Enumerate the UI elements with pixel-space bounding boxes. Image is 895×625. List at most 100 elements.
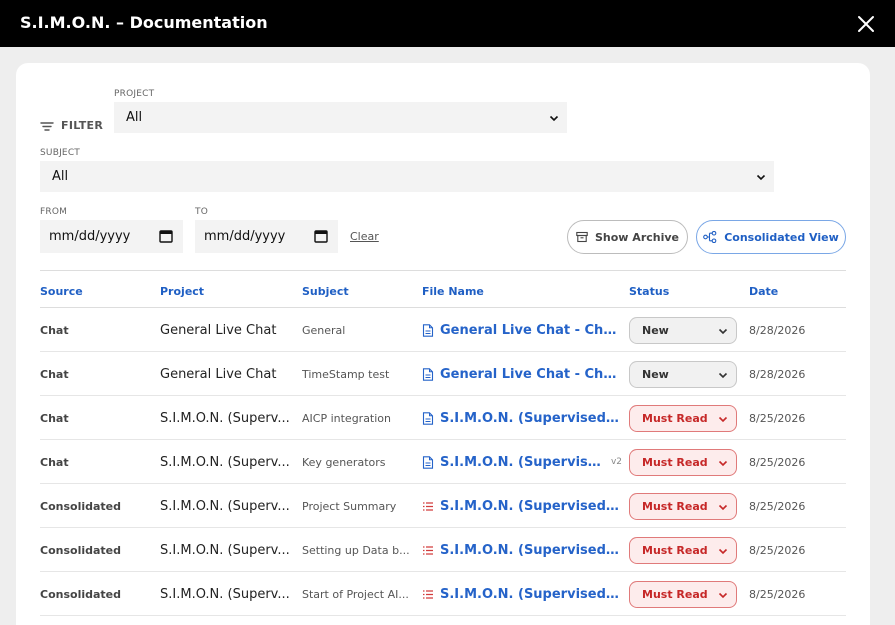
chevron-down-icon [718, 592, 728, 598]
row-status-value: Must Read [642, 455, 708, 469]
list-icon [423, 545, 433, 555]
table-header: Source Project Subject File Name Status … [40, 271, 846, 307]
from-date-input[interactable]: mm/dd/yyyy [40, 220, 183, 253]
row-date: 8/25/2026 [749, 411, 806, 425]
table-row[interactable]: Chat S.I.M.O.N. (Superv... AICP integratio… [40, 396, 846, 440]
row-source: Chat [40, 323, 69, 337]
consolidated-view-label: Consolidated View [724, 230, 839, 244]
project-select-value: All [126, 110, 143, 125]
row-project: S.I.M.O.N. (Superv... [160, 410, 290, 426]
row-project: S.I.M.O.N. (Superv... [160, 542, 290, 558]
chevron-down-icon [549, 115, 559, 121]
list-icon [423, 589, 433, 599]
consolidated-view-button[interactable]: Consolidated View [696, 220, 846, 254]
clear-dates-link[interactable]: Clear [350, 230, 379, 243]
row-subject: Setting up Data b... [302, 543, 410, 557]
row-date: 8/25/2026 [749, 499, 806, 513]
row-project: General Live Chat [160, 366, 277, 382]
to-date-input[interactable]: mm/dd/yyyy [195, 220, 338, 253]
document-icon [422, 367, 434, 381]
table-row[interactable]: Chat S.I.M.O.N. (Superv... Key generators S… [40, 440, 846, 484]
row-status-value: Must Read [642, 499, 708, 513]
list-icon [423, 501, 433, 511]
row-project: S.I.M.O.N. (Superv... [160, 454, 290, 470]
document-icon [422, 455, 434, 469]
row-file-link[interactable]: S.I.M.O.N. (Supervised In... [422, 484, 622, 528]
table-row[interactable]: Consolidated S.I.M.O.N. (Superv... Setting… [40, 528, 846, 572]
row-status-select[interactable]: Must Read [629, 580, 737, 608]
header-project[interactable]: Project [160, 285, 204, 298]
row-status-select[interactable]: Must Read [629, 536, 737, 564]
header-date[interactable]: Date [749, 285, 778, 298]
row-file-link[interactable]: S.I.M.O.N. (Supervised... v2 [422, 440, 622, 484]
row-subject: AICP integration [302, 411, 392, 425]
chevron-down-icon [718, 548, 728, 554]
table-row[interactable]: Consolidated S.I.M.O.N. (Superv... Project… [40, 484, 846, 528]
row-file-name[interactable]: S.I.M.O.N. (Supervised In... [440, 587, 622, 602]
filter-icon [40, 121, 54, 131]
from-date-value: mm/dd/yyyy [49, 229, 131, 244]
project-select[interactable]: All [114, 102, 567, 133]
row-status-value: New [642, 367, 669, 381]
calendar-icon[interactable] [314, 229, 328, 243]
row-status-value: Must Read [642, 543, 708, 557]
row-file-name[interactable]: General Live Chat - Chat ... [440, 367, 622, 382]
row-file-link[interactable]: General Live Chat - Chat ... [422, 308, 622, 352]
chevron-down-icon [718, 416, 728, 422]
window-title: S.I.M.O.N. – Documentation [20, 13, 268, 32]
header-file-name[interactable]: File Name [422, 285, 484, 298]
archive-icon [576, 231, 588, 243]
table-row[interactable]: Chat General Live Chat TimeStamp test Gener… [40, 352, 846, 396]
row-date: 8/28/2026 [749, 323, 806, 337]
header-subject[interactable]: Subject [302, 285, 349, 298]
header-source[interactable]: Source [40, 285, 83, 298]
row-status-select[interactable]: Must Read [629, 404, 737, 432]
row-status-value: New [642, 323, 669, 337]
show-archive-button[interactable]: Show Archive [567, 220, 688, 254]
to-date-value: mm/dd/yyyy [204, 229, 286, 244]
row-date: 8/25/2026 [749, 455, 806, 469]
chevron-down-icon [756, 174, 766, 180]
subject-select[interactable]: All [40, 161, 774, 192]
row-file-link[interactable]: S.I.M.O.N. (Supervised In... [422, 572, 622, 616]
row-file-link[interactable]: General Live Chat - Chat ... [422, 352, 622, 396]
row-date: 8/28/2026 [749, 367, 806, 381]
row-version-badge: v2 [610, 457, 622, 467]
row-file-link[interactable]: S.I.M.O.N. (Supervised In... [422, 396, 622, 440]
chevron-down-icon [718, 328, 728, 334]
title-bar: S.I.M.O.N. – Documentation [0, 0, 895, 47]
row-source: Consolidated [40, 543, 121, 557]
row-file-name[interactable]: General Live Chat - Chat ... [440, 323, 622, 338]
row-status-select[interactable]: New [629, 360, 737, 388]
from-label: FROM [40, 207, 68, 217]
table-row[interactable]: Consolidated S.I.M.O.N. (Superv... Start o… [40, 572, 846, 616]
row-date: 8/25/2026 [749, 587, 806, 601]
close-icon[interactable] [856, 14, 876, 34]
header-status[interactable]: Status [629, 285, 669, 298]
row-file-name[interactable]: S.I.M.O.N. (Supervised In... [440, 543, 622, 558]
document-icon [422, 411, 434, 425]
row-subject: Project Summary [302, 499, 397, 513]
row-subject: Key generators [302, 455, 386, 469]
filter-toggle[interactable]: FILTER [40, 119, 103, 132]
table-row[interactable]: Chat General Live Chat General General Live… [40, 308, 846, 352]
row-file-link[interactable]: S.I.M.O.N. (Supervised In... [422, 528, 622, 572]
row-status-value: Must Read [642, 587, 708, 601]
scrollbar[interactable] [884, 47, 895, 625]
chevron-down-icon [718, 460, 728, 466]
calendar-icon[interactable] [159, 229, 173, 243]
chevron-down-icon [718, 372, 728, 378]
row-file-name[interactable]: S.I.M.O.N. (Supervised In... [440, 411, 622, 426]
row-file-name[interactable]: S.I.M.O.N. (Supervised... [440, 455, 601, 470]
row-status-select[interactable]: Must Read [629, 492, 737, 520]
row-source: Chat [40, 455, 69, 469]
filter-label: FILTER [61, 119, 104, 132]
row-file-name[interactable]: S.I.M.O.N. (Supervised In... [440, 499, 622, 514]
row-source: Chat [40, 411, 69, 425]
row-project: S.I.M.O.N. (Superv... [160, 498, 290, 514]
row-status-select[interactable]: New [629, 316, 737, 344]
project-label: PROJECT [114, 89, 155, 99]
row-status-select[interactable]: Must Read [629, 448, 737, 476]
merge-icon [703, 231, 717, 243]
row-subject: General [302, 323, 346, 337]
